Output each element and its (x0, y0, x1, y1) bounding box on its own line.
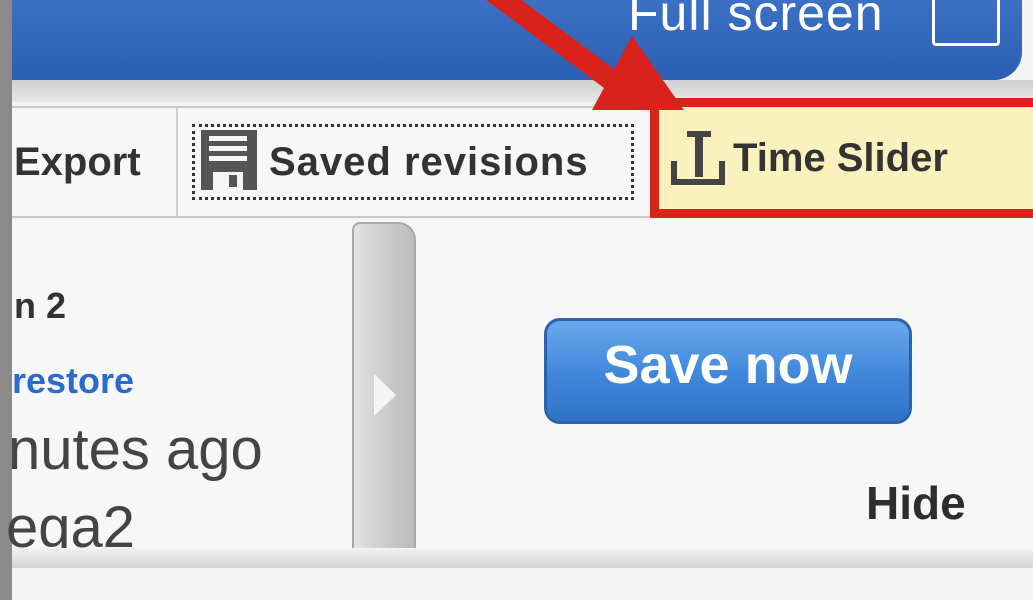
fullscreen-checkbox[interactable] (932, 0, 1000, 46)
chevron-right-icon (374, 374, 396, 416)
revision-time: nutes ago (8, 417, 263, 482)
time-slider-icon (669, 125, 727, 192)
time-slider-label: Time Slider (733, 135, 948, 180)
saved-revisions-label: Saved revisions (269, 139, 589, 184)
time-slider-button[interactable]: Time Slider (650, 98, 1033, 218)
restore-link[interactable]: restore (12, 360, 134, 402)
toolbar-divider (176, 108, 178, 216)
hide-link[interactable]: Hide (866, 476, 966, 530)
fullscreen-label[interactable]: Full screen (628, 0, 884, 42)
panel-collapse-handle[interactable] (352, 222, 416, 564)
saved-revisions-button[interactable]: Saved revisions (192, 124, 634, 200)
revision-title: n 2 (14, 285, 67, 326)
save-now-button[interactable]: Save now (544, 318, 912, 424)
export-button[interactable]: Export (14, 140, 141, 185)
panel-bottom-shadow (12, 548, 1033, 568)
floppy-disk-icon (199, 128, 259, 197)
